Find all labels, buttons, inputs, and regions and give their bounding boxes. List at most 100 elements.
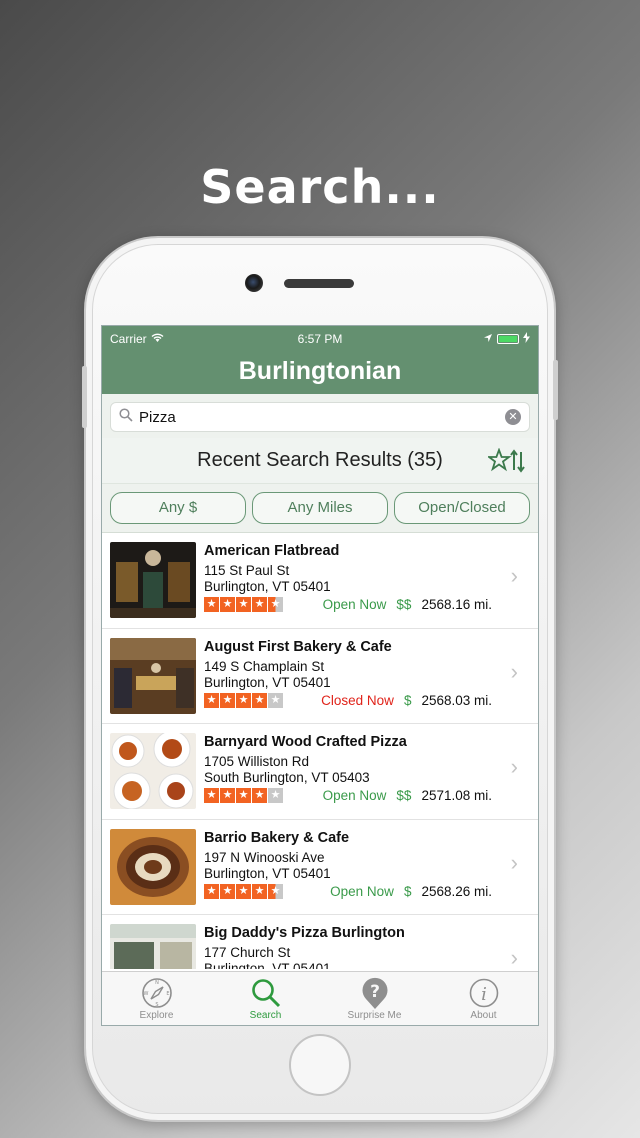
restaurant-photo bbox=[110, 542, 196, 618]
home-button[interactable] bbox=[289, 1034, 351, 1096]
restaurant-photo bbox=[110, 733, 196, 809]
chevron-right-icon: › bbox=[510, 563, 518, 588]
restaurant-name: Barrio Bakery & Cafe bbox=[204, 829, 350, 846]
star-icon: ★ bbox=[236, 692, 251, 708]
tab-explore[interactable]: N S W E Explore bbox=[102, 972, 211, 1025]
results-list: American Flatbread 115 St Paul St Burlin… bbox=[102, 533, 538, 969]
search-icon bbox=[211, 976, 320, 1010]
distance: 2568.03 mi. bbox=[421, 692, 492, 708]
search-input[interactable]: Pizza ✕ bbox=[110, 402, 530, 432]
street-address: 115 St Paul St bbox=[204, 563, 290, 578]
star-icon: ★ bbox=[220, 788, 235, 803]
price-level: $$ bbox=[396, 788, 412, 803]
street-address: 1705 Williston Rd bbox=[204, 754, 310, 769]
tab-surprise-me[interactable]: ? Surprise Me bbox=[320, 972, 429, 1025]
price-level: $$ bbox=[396, 597, 412, 612]
price-level: $ bbox=[403, 883, 412, 899]
carrier-label: Carrier bbox=[110, 332, 147, 346]
nav-title: Burlingtonian bbox=[102, 352, 538, 394]
tab-search[interactable]: Search bbox=[211, 972, 320, 1025]
rating-stars: ★ ★ ★ ★ ★ bbox=[204, 788, 283, 803]
city-address: Burlington, VT 05401 bbox=[204, 961, 331, 969]
empty-star-icon: ★ bbox=[268, 692, 283, 708]
open-status: Open Now bbox=[322, 788, 387, 803]
svg-text:E: E bbox=[166, 991, 169, 997]
svg-text:?: ? bbox=[370, 982, 380, 1002]
star-icon: ★ bbox=[204, 597, 219, 612]
rating-stars: ★ ★ ★ ★ ★ bbox=[204, 883, 283, 899]
price-filter-button[interactable]: Any $ bbox=[110, 492, 246, 524]
city-address: Burlington, VT 05401 bbox=[204, 674, 331, 690]
open-status: Open Now bbox=[330, 883, 394, 899]
results-title: Recent Search Results (35) bbox=[197, 449, 443, 471]
star-icon: ★ bbox=[236, 883, 251, 899]
distance: 2568.26 mi. bbox=[421, 883, 492, 899]
star-icon: ★ bbox=[252, 692, 267, 708]
half-star-icon: ★ bbox=[268, 597, 283, 612]
city-address: South Burlington, VT 05403 bbox=[204, 770, 370, 785]
star-sort-icon[interactable] bbox=[486, 447, 526, 479]
restaurant-name: Big Daddy's Pizza Burlington bbox=[204, 925, 405, 941]
location-arrow-icon bbox=[483, 332, 493, 346]
svg-text:i: i bbox=[481, 984, 487, 1005]
clear-search-icon[interactable]: ✕ bbox=[505, 409, 521, 425]
results-header: Recent Search Results (35) bbox=[102, 438, 538, 484]
list-item[interactable]: Barrio Bakery & Cafe 197 N Winooski Ave … bbox=[102, 820, 538, 915]
chevron-right-icon: › bbox=[510, 849, 518, 875]
street-address: 149 S Champlain St bbox=[204, 658, 325, 674]
list-item[interactable]: American Flatbread 115 St Paul St Burlin… bbox=[102, 533, 538, 629]
search-query[interactable]: Pizza bbox=[133, 409, 505, 426]
earpiece-speaker bbox=[284, 279, 354, 288]
star-icon: ★ bbox=[252, 788, 267, 803]
distance-filter-button[interactable]: Any Miles bbox=[252, 492, 388, 524]
street-address: 197 N Winooski Ave bbox=[204, 849, 325, 865]
price-level: $ bbox=[403, 692, 412, 708]
restaurant-photo bbox=[110, 924, 196, 969]
wifi-icon bbox=[151, 332, 164, 346]
question-pin-icon: ? bbox=[320, 976, 429, 1010]
phone-side-button bbox=[82, 366, 87, 428]
list-item[interactable]: Big Daddy's Pizza Burlington 177 Church … bbox=[102, 915, 538, 969]
search-icon bbox=[119, 408, 133, 426]
star-icon: ★ bbox=[252, 597, 267, 612]
restaurant-photo bbox=[110, 828, 196, 905]
info-icon: i bbox=[429, 976, 538, 1010]
tab-label: Explore bbox=[139, 1010, 174, 1021]
svg-text:W: W bbox=[143, 991, 148, 997]
tab-label: Surprise Me bbox=[347, 1010, 402, 1021]
empty-star-icon: ★ bbox=[268, 788, 283, 803]
list-item[interactable]: Barnyard Wood Crafted Pizza 1705 Willist… bbox=[102, 724, 538, 820]
star-icon: ★ bbox=[204, 883, 219, 899]
star-icon: ★ bbox=[220, 692, 235, 708]
status-bar: Carrier 6:57 PM bbox=[102, 326, 538, 352]
front-camera bbox=[245, 274, 263, 292]
star-icon: ★ bbox=[252, 883, 267, 899]
page-headline: Search... bbox=[200, 160, 440, 214]
closed-status: Closed Now bbox=[321, 692, 394, 708]
star-icon: ★ bbox=[220, 883, 235, 899]
street-address: 177 Church St bbox=[204, 945, 291, 960]
tab-about[interactable]: i About bbox=[429, 972, 538, 1025]
star-icon: ★ bbox=[236, 788, 251, 803]
open-closed-filter-button[interactable]: Open/Closed bbox=[394, 492, 530, 524]
compass-icon: N S W E bbox=[102, 976, 211, 1010]
open-status: Open Now bbox=[322, 597, 387, 612]
chevron-right-icon: › bbox=[510, 658, 518, 684]
city-address: Burlington, VT 05401 bbox=[204, 579, 331, 594]
star-icon: ★ bbox=[236, 597, 251, 612]
star-icon: ★ bbox=[204, 788, 219, 803]
clock: 6:57 PM bbox=[297, 332, 343, 346]
rating-stars: ★ ★ ★ ★ ★ bbox=[204, 597, 283, 612]
star-icon: ★ bbox=[220, 597, 235, 612]
svg-text:S: S bbox=[155, 1002, 158, 1008]
app-screen: Carrier 6:57 PM Burlingtonian Pizza ✕ Re… bbox=[101, 325, 539, 1026]
tab-bar: N S W E Explore Search ? Surprise Me i Abou… bbox=[102, 971, 538, 1025]
list-item[interactable]: August First Bakery & Cafe 149 S Champla… bbox=[102, 629, 538, 724]
distance: 2568.16 mi. bbox=[421, 597, 492, 612]
filter-bar: Any $ Any Miles Open/Closed bbox=[102, 484, 538, 533]
distance: 2571.08 mi. bbox=[421, 788, 492, 803]
chevron-right-icon: › bbox=[510, 754, 518, 779]
restaurant-name: Barnyard Wood Crafted Pizza bbox=[204, 734, 407, 750]
battery-icon bbox=[496, 334, 519, 344]
charging-bolt-icon bbox=[522, 332, 530, 346]
